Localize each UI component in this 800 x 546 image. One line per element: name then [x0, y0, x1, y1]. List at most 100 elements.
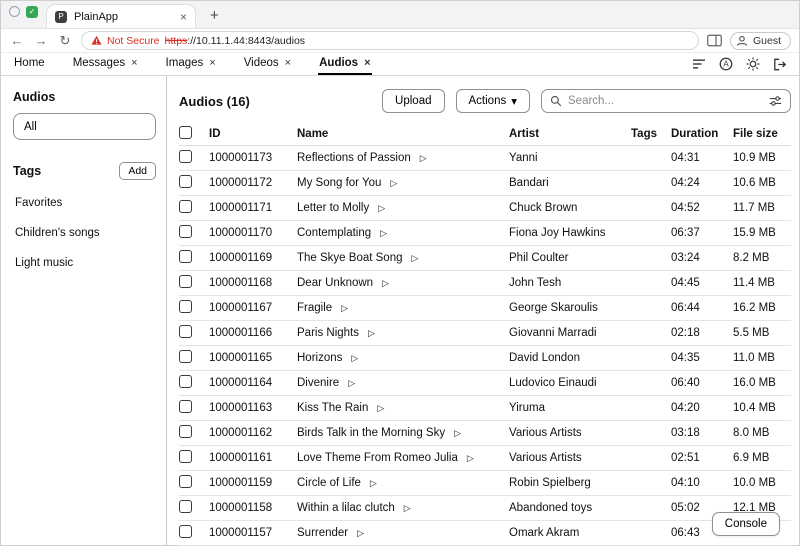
table-row[interactable]: 1000001162 Birds Talk in the Morning Sky…: [179, 421, 791, 446]
cell-id: 1000001165: [209, 352, 297, 364]
table-row[interactable]: 1000001171 Letter to Molly ▷ Chuck Brown…: [179, 196, 791, 221]
tab-close-icon[interactable]: ×: [131, 57, 137, 69]
upload-button[interactable]: Upload: [382, 89, 444, 113]
table-row[interactable]: 1000001173 Reflections of Passion ▷ Yann…: [179, 146, 791, 171]
sort-icon[interactable]: [692, 58, 706, 70]
row-checkbox[interactable]: [179, 250, 192, 263]
cell-size: 11.0 MB: [733, 352, 791, 364]
audio-table: ID Name Artist Tags Duration File size 1…: [179, 123, 791, 546]
table-row[interactable]: 1000001158 Within a lilac clutch ▷ Aband…: [179, 496, 791, 521]
back-icon[interactable]: ←: [9, 33, 25, 48]
search-input[interactable]: [568, 95, 763, 107]
cell-artist: John Tesh: [509, 277, 631, 289]
table-row[interactable]: 1000001163 Kiss The Rain ▷ Yiruma 04:20 …: [179, 396, 791, 421]
cell-name-text: Reflections of Passion: [297, 152, 411, 164]
translate-icon[interactable]: A: [719, 57, 733, 71]
select-all-checkbox[interactable]: [179, 126, 192, 139]
row-checkbox[interactable]: [179, 225, 192, 238]
cell-artist: David London: [509, 352, 631, 364]
tab-close-icon[interactable]: ×: [180, 10, 187, 24]
table-row[interactable]: 1000001172 My Song for You ▷ Bandari 04:…: [179, 171, 791, 196]
circle-icon[interactable]: [9, 6, 20, 17]
row-checkbox[interactable]: [179, 275, 192, 288]
row-checkbox[interactable]: [179, 325, 192, 338]
reload-icon[interactable]: ↻: [57, 33, 73, 49]
side-panel-icon[interactable]: [707, 34, 722, 47]
row-checkbox[interactable]: [179, 400, 192, 413]
tab-close-icon[interactable]: ×: [285, 57, 291, 69]
table-row[interactable]: 1000001159 Circle of Life ▷ Robin Spielb…: [179, 471, 791, 496]
row-checkbox[interactable]: [179, 200, 192, 213]
profile-chip[interactable]: Guest: [730, 32, 791, 50]
play-icon[interactable]: ▷: [411, 254, 418, 263]
sidebar-tag-item[interactable]: Light music: [13, 248, 156, 278]
table-row[interactable]: 1000001168 Dear Unknown ▷ John Tesh 04:4…: [179, 271, 791, 296]
row-checkbox[interactable]: [179, 475, 192, 488]
row-checkbox[interactable]: [179, 150, 192, 163]
app-nav-tab[interactable]: Messages ×: [72, 53, 139, 75]
tab-close-icon[interactable]: ×: [364, 57, 370, 69]
exit-icon[interactable]: [773, 58, 787, 71]
cell-duration: 03:18: [671, 427, 733, 439]
row-checkbox[interactable]: [179, 500, 192, 513]
cell-size: 16.0 MB: [733, 377, 791, 389]
cell-name-text: Dear Unknown: [297, 277, 373, 289]
row-checkbox[interactable]: [179, 175, 192, 188]
play-icon[interactable]: ▷: [404, 504, 411, 513]
play-icon[interactable]: ▷: [357, 529, 364, 538]
filter-tune-icon[interactable]: [769, 95, 782, 107]
cell-name-text: Divenire: [297, 377, 339, 389]
table-row[interactable]: 1000001161 Love Theme From Romeo Julia ▷…: [179, 446, 791, 471]
play-icon[interactable]: ▷: [454, 429, 461, 438]
tag-list: Favorites Children's songs Light music: [13, 188, 156, 278]
play-icon[interactable]: ▷: [390, 179, 397, 188]
browser-tab[interactable]: P PlainApp ×: [46, 4, 196, 28]
row-checkbox[interactable]: [179, 525, 192, 538]
play-icon[interactable]: ▷: [378, 204, 385, 213]
table-row[interactable]: 1000001170 Contemplating ▷ Fiona Joy Haw…: [179, 221, 791, 246]
play-icon[interactable]: ▷: [370, 479, 377, 488]
table-row[interactable]: 1000001164 Divenire ▷ Ludovico Einaudi 0…: [179, 371, 791, 396]
row-checkbox[interactable]: [179, 425, 192, 438]
play-icon[interactable]: ▷: [348, 379, 355, 388]
table-row[interactable]: 1000001169 The Skye Boat Song ▷ Phil Cou…: [179, 246, 791, 271]
check-badge-icon[interactable]: ✓: [26, 6, 38, 18]
table-row[interactable]: 1000001157 Surrender ▷ Omark Akram 06:43: [179, 521, 791, 546]
play-icon[interactable]: ▷: [467, 454, 474, 463]
cell-size: 11.4 MB: [733, 277, 791, 289]
table-row[interactable]: 1000001166 Paris Nights ▷ Giovanni Marra…: [179, 321, 791, 346]
app-nav-tab[interactable]: Home: [13, 53, 46, 75]
play-icon[interactable]: ▷: [351, 354, 358, 363]
app-nav-tab[interactable]: Audios ×: [318, 53, 371, 75]
play-icon[interactable]: ▷: [380, 229, 387, 238]
row-checkbox[interactable]: [179, 375, 192, 388]
add-tag-button[interactable]: Add: [119, 162, 156, 180]
sidebar-tag-item[interactable]: Children's songs: [13, 218, 156, 248]
play-icon[interactable]: ▷: [382, 279, 389, 288]
sidebar-tag-item[interactable]: Favorites: [13, 188, 156, 218]
console-button[interactable]: Console: [712, 512, 780, 536]
play-icon[interactable]: ▷: [341, 304, 348, 313]
col-header-duration: Duration: [671, 128, 733, 140]
search-box[interactable]: [541, 89, 791, 113]
url-protocol: https: [165, 35, 188, 47]
sidebar-all-button[interactable]: All: [13, 113, 156, 140]
app-nav-tab[interactable]: Videos ×: [243, 53, 292, 75]
play-icon[interactable]: ▷: [377, 404, 384, 413]
new-tab-button[interactable]: +: [204, 7, 225, 28]
row-checkbox[interactable]: [179, 300, 192, 313]
theme-icon[interactable]: [746, 57, 760, 71]
row-checkbox[interactable]: [179, 450, 192, 463]
row-checkbox[interactable]: [179, 350, 192, 363]
play-icon[interactable]: ▷: [368, 329, 375, 338]
forward-icon[interactable]: →: [33, 33, 49, 48]
table-row[interactable]: 1000001165 Horizons ▷ David London 04:35…: [179, 346, 791, 371]
url-omnibox[interactable]: Not Secure https://10.11.1.44:8443/audio…: [81, 31, 699, 50]
app-nav-tab[interactable]: Images ×: [165, 53, 217, 75]
play-icon[interactable]: ▷: [420, 154, 427, 163]
cell-name-text: Paris Nights: [297, 327, 359, 339]
table-row[interactable]: 1000001167 Fragile ▷ George Skaroulis 06…: [179, 296, 791, 321]
actions-button[interactable]: Actions ▾: [456, 89, 531, 113]
cell-artist: Yiruma: [509, 402, 631, 414]
tab-close-icon[interactable]: ×: [209, 57, 215, 69]
